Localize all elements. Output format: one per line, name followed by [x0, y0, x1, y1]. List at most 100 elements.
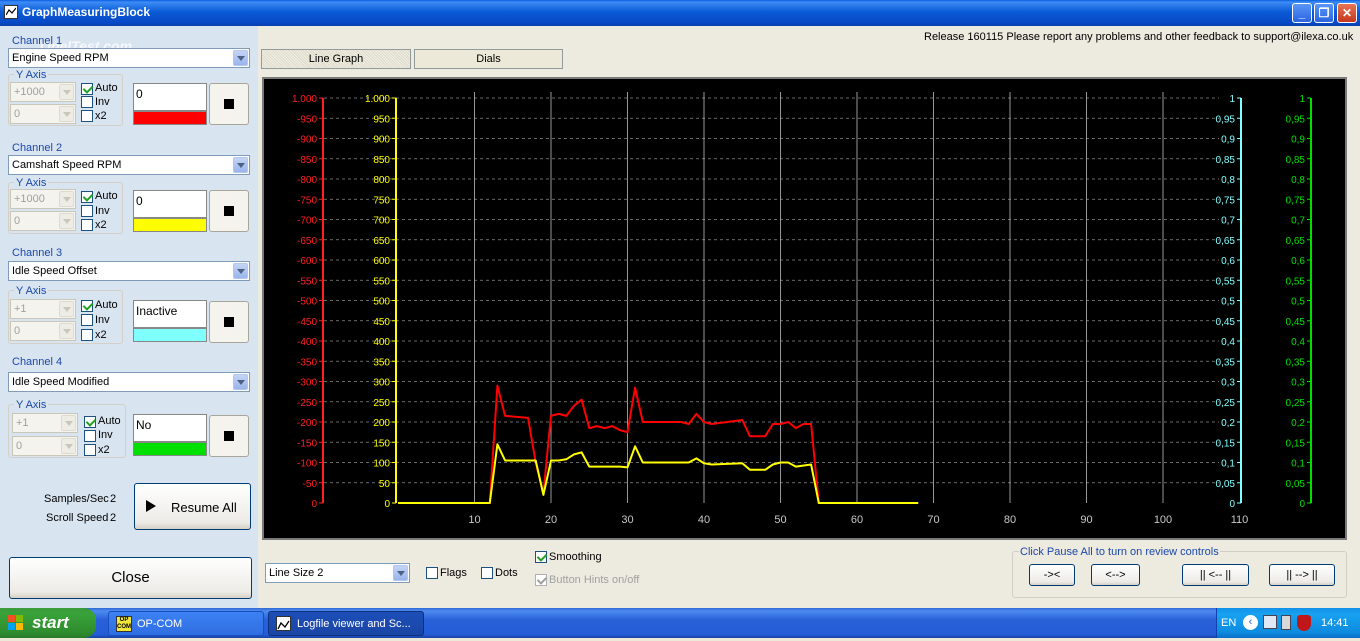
channel-4-stop-button[interactable]	[209, 415, 249, 457]
y-tick-label: 800	[373, 175, 390, 186]
x-tick-label: 100	[1154, 514, 1172, 526]
y-tick-label: 1.000	[292, 94, 317, 105]
y-tick-label: -700	[297, 216, 317, 227]
x-tick-label: 90	[1080, 514, 1092, 526]
y-tick-label: 0,1	[1221, 459, 1235, 470]
channel-2-color-swatch[interactable]	[133, 218, 207, 232]
channel-4-auto-label: Auto	[98, 415, 121, 427]
channel-4-x2-checkbox[interactable]	[84, 444, 96, 456]
y-tick-label: 0,45	[1216, 317, 1236, 328]
zoom-in-button[interactable]: -><	[1029, 564, 1075, 586]
window-close-button[interactable]: ✕	[1337, 3, 1357, 23]
channel-3-x2-checkbox[interactable]	[81, 329, 93, 341]
y-tick-label: 350	[373, 357, 390, 368]
channel-2-signal-select[interactable]: Camshaft Speed RPM	[8, 155, 250, 175]
chevron-down-icon[interactable]	[393, 565, 408, 581]
y-tick-label: 0,1	[1291, 459, 1305, 470]
channel-1-ymin-select[interactable]: 0	[10, 104, 76, 124]
close-button[interactable]: Close	[9, 557, 252, 599]
chevron-down-icon[interactable]	[233, 50, 248, 66]
y-tick-label: 0	[1299, 499, 1305, 510]
channel-2-x2-checkbox[interactable]	[81, 219, 93, 231]
channel-3-color-swatch[interactable]	[133, 328, 207, 342]
channel-2-stop-button[interactable]	[209, 190, 249, 232]
channel-3-auto-label: Auto	[95, 299, 118, 311]
show-hidden-icons-icon[interactable]: ‹	[1243, 615, 1258, 630]
channel-1-value: 0	[133, 83, 207, 111]
dots-checkbox[interactable]	[481, 567, 493, 579]
task-opcom-label: OP-COM	[137, 618, 183, 630]
y-tick-label: 0,35	[1286, 357, 1306, 368]
chevron-down-icon[interactable]	[233, 374, 248, 390]
y-tick-label: 300	[373, 378, 390, 389]
language-indicator[interactable]: EN	[1221, 617, 1236, 629]
graph-app-icon	[276, 616, 291, 631]
channel-4-ymax-select[interactable]: +1	[12, 413, 78, 433]
channel-2-auto-checkbox[interactable]	[81, 191, 93, 203]
zoom-out-button[interactable]: <-->	[1091, 564, 1140, 586]
channel-1-auto-checkbox[interactable]	[81, 83, 93, 95]
shield-icon[interactable]	[1297, 615, 1311, 631]
y-tick-label: 0	[1229, 499, 1235, 510]
task-logfile-viewer[interactable]: Logfile viewer and Sc...	[268, 611, 424, 636]
tab-line-graph[interactable]: Line Graph	[261, 49, 411, 69]
y-tick-label: 0,9	[1291, 135, 1305, 146]
channel-4-color-swatch[interactable]	[133, 442, 207, 456]
chevron-down-icon[interactable]	[233, 263, 248, 279]
resume-all-button[interactable]: Resume All	[134, 483, 251, 530]
x-tick-label: 110	[1231, 514, 1249, 526]
channel-1-ymax-select[interactable]: +1000	[10, 82, 76, 102]
channel-3-ymax-select[interactable]: +1	[10, 299, 76, 319]
flags-checkbox[interactable]	[426, 567, 438, 579]
maximize-button[interactable]: ❐	[1314, 3, 1334, 23]
channel-2-inv-checkbox[interactable]	[81, 205, 93, 217]
y-tick-label: -400	[297, 337, 317, 348]
channel-3-signal-select[interactable]: Idle Speed Offset	[8, 261, 250, 281]
y-tick-label: 450	[373, 317, 390, 328]
channel-1-inv-checkbox[interactable]	[81, 96, 93, 108]
channel-3-inv-checkbox[interactable]	[81, 314, 93, 326]
usb-device-icon[interactable]	[1281, 615, 1291, 630]
clock: 14:41	[1321, 617, 1349, 629]
channel-1-auto-label: Auto	[95, 82, 118, 94]
channel-1-x2-checkbox[interactable]	[81, 110, 93, 122]
channel-3-ymin-select[interactable]: 0	[10, 321, 76, 341]
channel-3-stop-button[interactable]	[209, 301, 249, 343]
y-tick-label: 0	[311, 499, 317, 510]
y-tick-label: 0,05	[1286, 479, 1306, 490]
channel-1-stop-button[interactable]	[209, 83, 249, 125]
channel-2-ymin-select[interactable]: 0	[10, 211, 76, 231]
line-size-select[interactable]: Line Size 2	[265, 563, 410, 583]
channel-4-auto-checkbox[interactable]	[84, 416, 96, 428]
channel-2-ymax-select[interactable]: +1000	[10, 189, 76, 209]
scroll-back-button[interactable]: || <-- ||	[1182, 564, 1249, 586]
y-tick-label: 0,65	[1286, 236, 1306, 247]
series-line	[398, 443, 919, 504]
y-tick-label: 50	[379, 479, 391, 490]
channel-3-auto-checkbox[interactable]	[81, 300, 93, 312]
channel-4-ymin-select[interactable]: 0	[12, 436, 78, 456]
y-tick-label: 0,2	[1221, 418, 1235, 429]
x-tick-label: 30	[621, 514, 633, 526]
review-hint: Click Pause All to turn on review contro…	[1019, 546, 1220, 558]
chevron-down-icon	[59, 213, 74, 229]
channel-4-signal-select[interactable]: Idle Speed Modified	[8, 372, 250, 392]
tab-dials[interactable]: Dials	[414, 49, 563, 69]
y-tick-label: 950	[373, 114, 390, 125]
x-tick-label: 80	[1004, 514, 1016, 526]
y-tick-label: 200	[373, 418, 390, 429]
smoothing-checkbox[interactable]	[535, 551, 547, 563]
channel-4-inv-checkbox[interactable]	[84, 430, 96, 442]
y-tick-label: 0,7	[1221, 216, 1235, 227]
task-opcom[interactable]: OP COM OP-COM	[108, 611, 264, 636]
network-icon[interactable]	[1263, 615, 1277, 629]
channel-1-color-swatch[interactable]	[133, 111, 207, 125]
y-tick-label: 1.000	[365, 94, 390, 105]
minimize-button[interactable]: _	[1292, 3, 1312, 23]
scroll-forward-button[interactable]: || --> ||	[1269, 564, 1335, 586]
channel-1-signal-select[interactable]: Engine Speed RPM	[8, 48, 250, 68]
button-hints-checkbox[interactable]	[535, 574, 547, 586]
channel-4-x2-label: x2	[98, 444, 110, 456]
start-button[interactable]: start	[0, 608, 96, 638]
chevron-down-icon[interactable]	[233, 157, 248, 173]
